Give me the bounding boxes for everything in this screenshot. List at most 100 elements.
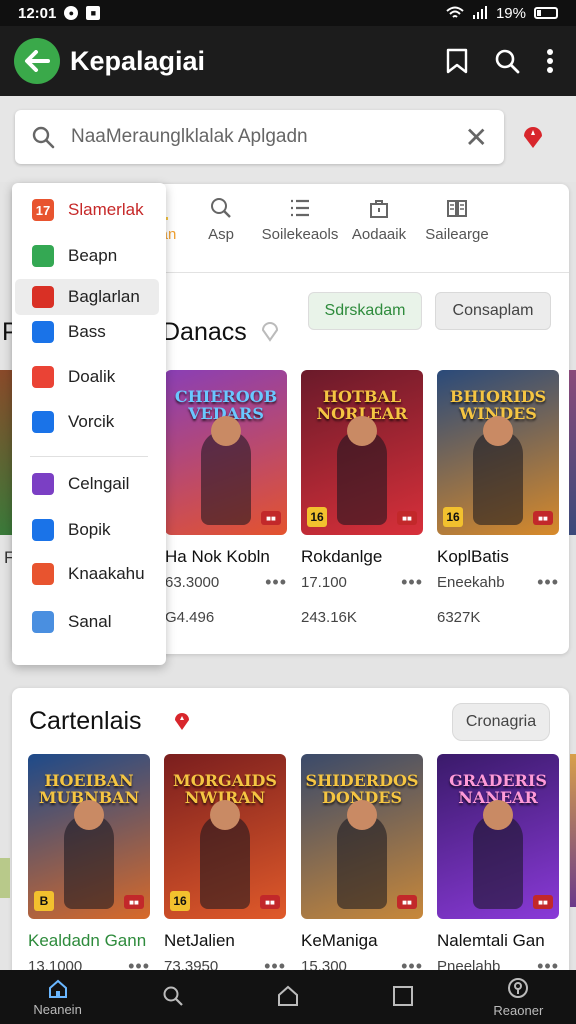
- cross-icon: [32, 286, 54, 308]
- category-dropdown: 17 Slamerlak Beapn Baglarlan Bass Doalik Vorci…: [12, 183, 166, 665]
- location-pin-icon[interactable]: [521, 124, 545, 150]
- game-cover-image[interactable]: BHIORIDS WINDES 16 ■■: [437, 370, 559, 535]
- game-rating: Eneekahb: [437, 574, 505, 591]
- dropdown-item[interactable]: Bass: [32, 321, 106, 343]
- search-icon: [163, 986, 183, 1006]
- battery-percent: 19%: [495, 4, 526, 22]
- publisher-badge: ■■: [397, 511, 417, 525]
- dropdown-divider: [30, 456, 148, 457]
- location-pin-icon: [261, 322, 279, 342]
- game-card[interactable]: HOEIBAN MUBNBAN B ■■ Kealdadn Gann 13.1000 ••…: [28, 754, 150, 977]
- chip-primary-button[interactable]: Sdrskadam: [308, 292, 422, 330]
- search-icon: [32, 126, 55, 149]
- search-icon: [211, 198, 231, 218]
- book-icon: [32, 321, 54, 343]
- film-icon: [32, 366, 54, 388]
- dropdown-item-label: Celngail: [68, 474, 130, 493]
- dropdown-item[interactable]: Beapn: [32, 245, 117, 267]
- game-cover-image[interactable]: SHIDERDOS DONDES ■■: [301, 754, 423, 919]
- game-card[interactable]: CHIEROOB VEDARS ■■ Ha Nok Kobln 63.3000 ••• G…: [165, 370, 287, 626]
- dropdown-item[interactable]: 17 Slamerlak: [32, 199, 144, 221]
- notification-icon: ●: [64, 6, 79, 20]
- game-cover-image[interactable]: HOTBAL NORLEAR 16 ■■: [301, 370, 423, 535]
- tab-soilekeaols[interactable]: Soilekeaols: [256, 196, 344, 266]
- section2-chip-button[interactable]: Cronagria: [452, 703, 550, 741]
- dropdown-item[interactable]: Celngail: [32, 473, 129, 495]
- more-options-icon[interactable]: •••: [265, 572, 287, 593]
- more-options-icon[interactable]: •••: [401, 572, 423, 593]
- signal-icon: [472, 6, 487, 19]
- dropdown-item-label: Bass: [68, 322, 106, 341]
- search-icon[interactable]: [494, 48, 520, 74]
- game-title: Nalemtali Gan: [437, 931, 545, 950]
- game-title: KoplBatis: [437, 547, 509, 566]
- dropdown-item[interactable]: Knaakahu: [32, 563, 145, 585]
- status-bar: 12:01 ● ■ 19%: [0, 0, 576, 26]
- nav-square[interactable]: [363, 985, 443, 1009]
- publisher-badge: ■■: [533, 511, 553, 525]
- publisher-badge: ■■: [124, 895, 144, 909]
- age-rating-badge: 16: [170, 891, 190, 911]
- dropdown-item[interactable]: Doalik: [32, 366, 115, 388]
- tab-aodaaik[interactable]: Aodaaik: [344, 196, 414, 266]
- dropdown-item-label: Bopik: [68, 520, 111, 539]
- square-icon: [393, 986, 414, 1006]
- briefcase-icon: [32, 519, 54, 541]
- tab-asp[interactable]: Asp: [186, 196, 256, 266]
- chip-secondary-button[interactable]: Consaplam: [435, 292, 551, 330]
- game-title: Rokdanlge: [301, 547, 383, 566]
- partial-card-art-right: [569, 370, 576, 535]
- game-card[interactable]: SHIDERDOS DONDES ■■ KeManiga 15.300 •••: [301, 754, 423, 977]
- search-input[interactable]: NaaMeraunglklalak Aplgadn ✕: [15, 110, 504, 164]
- dropdown-item-label: Doalik: [68, 367, 116, 386]
- game-rating: 17.100: [301, 574, 347, 591]
- nav-home-outline[interactable]: [248, 984, 328, 1010]
- section-title: Danacs: [162, 318, 247, 346]
- location-pin-icon: [175, 713, 189, 730]
- game-card[interactable]: GRADERIS NANEAR ■■ Nalemtali Gan Pneelahb ••…: [437, 754, 559, 977]
- calendar-icon: [32, 411, 54, 433]
- dropdown-item-label: Slamerlak: [68, 200, 144, 219]
- location-icon: [508, 977, 529, 998]
- bookmark-icon[interactable]: [446, 48, 468, 74]
- nav-search[interactable]: [133, 985, 213, 1009]
- nav-location[interactable]: Reaoner: [478, 977, 558, 1018]
- publisher-badge: ■■: [533, 895, 553, 909]
- back-button[interactable]: [14, 38, 60, 84]
- clear-icon[interactable]: ✕: [465, 121, 488, 154]
- tab-sailearge[interactable]: Sailearge: [414, 196, 500, 266]
- dropdown-item-label: Beapn: [68, 246, 118, 265]
- more-options-icon[interactable]: •••: [537, 572, 559, 593]
- game-cover-image[interactable]: GRADERIS NANEAR ■■: [437, 754, 559, 919]
- partial-card-right2: [570, 754, 576, 907]
- game-card[interactable]: HOTBAL NORLEAR 16 ■■ Rokdanlge 17.100 ••• 243.…: [301, 370, 423, 626]
- game-cover-image[interactable]: HOEIBAN MUBNBAN B ■■: [28, 754, 150, 919]
- gift-icon: [32, 563, 54, 585]
- character-head: [74, 800, 104, 830]
- nav-home[interactable]: Neanein: [18, 978, 98, 1017]
- more-vert-icon[interactable]: [546, 48, 554, 74]
- bottom-nav: Neanein Reaoner: [0, 970, 576, 1024]
- game-stats-row: Eneekahb •••: [437, 572, 559, 593]
- game-cover-image[interactable]: CHIEROOB VEDARS ■■: [165, 370, 287, 535]
- dropdown-item[interactable]: Bopik: [32, 519, 111, 541]
- game-title: NetJalien: [164, 931, 235, 950]
- game-cover-image[interactable]: MORGAIDS NWIRAN 16 ■■: [164, 754, 286, 919]
- tabs-divider: [166, 272, 569, 273]
- character-head: [347, 416, 377, 446]
- game-rating: 63.3000: [165, 574, 220, 591]
- game-size: G4.496: [165, 609, 215, 626]
- game-size: 243.16K: [301, 609, 357, 626]
- palette-icon: [32, 473, 54, 495]
- character-head: [347, 800, 377, 830]
- dropdown-item-label: Baglarlan: [68, 287, 140, 306]
- arrow-left-icon: [25, 50, 50, 72]
- publisher-badge: ■■: [260, 895, 280, 909]
- character-head: [483, 800, 513, 830]
- dropdown-item[interactable]: Sanal: [32, 611, 111, 633]
- character-head: [211, 416, 241, 446]
- game-card[interactable]: MORGAIDS NWIRAN 16 ■■ NetJalien 73.3950 •••: [164, 754, 286, 977]
- dropdown-item[interactable]: Vorcik: [32, 411, 114, 433]
- game-card[interactable]: BHIORIDS WINDES 16 ■■ KoplBatis Eneekahb ••• 6…: [437, 370, 559, 626]
- dropdown-item[interactable]: Baglarlan: [15, 279, 159, 315]
